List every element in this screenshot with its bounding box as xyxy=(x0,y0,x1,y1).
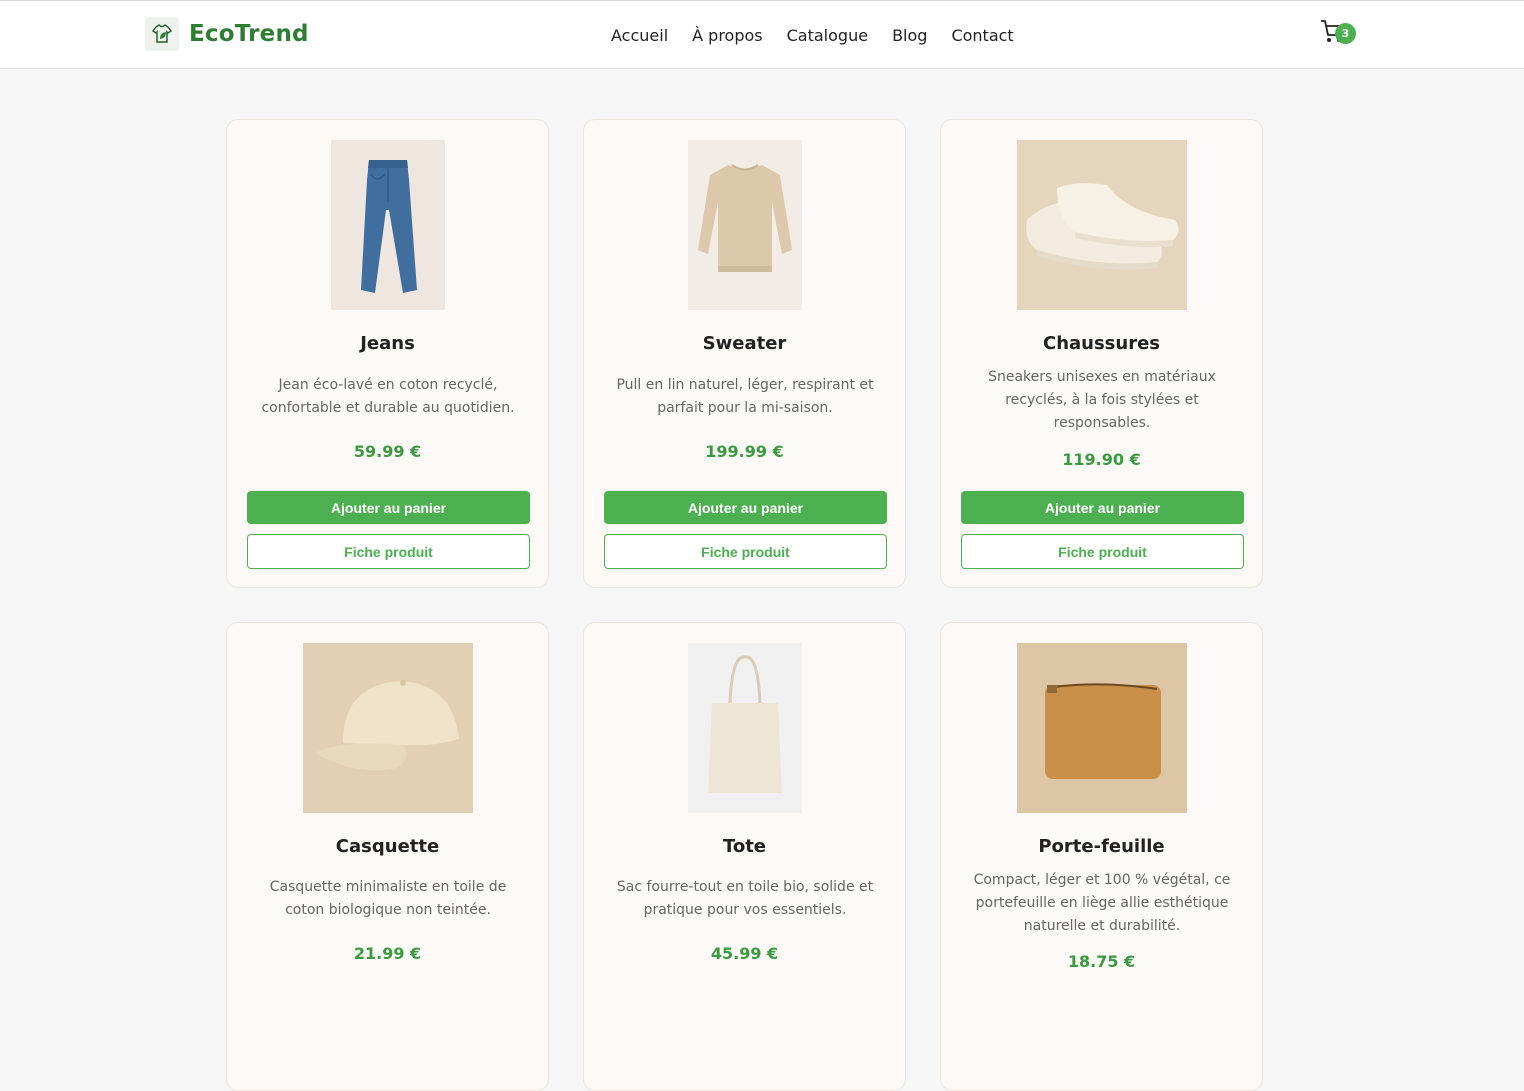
product-description: Jean éco-lavé en coton recyclé, conforta… xyxy=(251,374,525,420)
description-line: Compact, léger et 100 % végétal, ce xyxy=(973,872,1231,888)
product-card: Porte-feuille Compact, léger et 100 % vé… xyxy=(940,622,1263,1091)
description-line: Jean éco-lavé en coton recyclé, xyxy=(278,377,498,393)
main-nav: Accueil À propos Catalogue Blog Contact xyxy=(611,25,1038,47)
product-image[interactable] xyxy=(330,140,445,310)
brand[interactable]: EcoTrend xyxy=(145,17,309,51)
description-line: naturelle et durabilité. xyxy=(1023,918,1181,934)
product-details-button[interactable]: Fiche produit xyxy=(961,534,1244,569)
description-line: Pull en lin naturel, léger, respirant et xyxy=(616,377,874,393)
nav-contact[interactable]: Contact xyxy=(951,25,1013,47)
nav-catalogue[interactable]: Catalogue xyxy=(787,25,868,47)
add-to-cart-button[interactable]: Ajouter au panier xyxy=(961,491,1244,524)
add-to-cart-button[interactable]: Ajouter au panier xyxy=(604,491,887,524)
product-price: 119.90 € xyxy=(1062,450,1141,469)
cart-button[interactable]: 3 xyxy=(1320,18,1360,50)
product-price: 199.99 € xyxy=(705,442,784,461)
description-line: Casquette minimaliste en toile de xyxy=(269,879,507,895)
product-name: Tote xyxy=(722,836,767,857)
product-image[interactable] xyxy=(1016,643,1187,813)
description-line: parfait pour la mi-saison. xyxy=(657,400,833,416)
product-description: Sac fourre-tout en toile bio, solide et … xyxy=(608,876,882,922)
description-line: recyclés, à la fois stylées et xyxy=(1005,392,1199,408)
product-description: Compact, léger et 100 % végétal, ce port… xyxy=(965,869,1239,938)
product-card: Sweater Pull en lin naturel, léger, resp… xyxy=(583,119,906,588)
description-line: confortable et durable au quotidien. xyxy=(261,400,515,416)
description-line: responsables. xyxy=(1053,415,1151,431)
product-description: Pull en lin naturel, léger, respirant et… xyxy=(608,374,882,420)
product-name: Jeans xyxy=(360,333,415,354)
product-name: Chaussures xyxy=(1042,333,1161,354)
add-to-cart-button[interactable]: Ajouter au panier xyxy=(247,491,530,524)
description-line: coton biologique non teintée. xyxy=(285,902,491,918)
description-line: Sac fourre-tout en toile bio, solide et xyxy=(616,879,874,895)
brand-name: EcoTrend xyxy=(189,21,309,47)
product-price: 45.99 € xyxy=(710,944,779,963)
description-line: portefeuille en liège allie esthétique xyxy=(975,895,1229,911)
nav-a-propos[interactable]: À propos xyxy=(692,25,762,47)
product-price: 18.75 € xyxy=(1067,952,1136,971)
product-image[interactable] xyxy=(1016,140,1187,310)
cart-count-badge: 3 xyxy=(1335,23,1356,44)
product-name: Porte-feuille xyxy=(1038,836,1165,857)
product-card: Casquette Casquette minimaliste en toile… xyxy=(226,622,549,1091)
product-image[interactable] xyxy=(302,643,473,813)
site-header: EcoTrend Accueil À propos Catalogue Blog… xyxy=(0,0,1524,69)
product-card: Tote Sac fourre-tout en toile bio, solid… xyxy=(583,622,906,1091)
product-card: Jeans Jean éco-lavé en coton recyclé, co… xyxy=(226,119,549,588)
leaf-shirt-logo-icon xyxy=(145,17,179,51)
product-image[interactable] xyxy=(687,643,802,813)
product-details-button[interactable]: Fiche produit xyxy=(604,534,887,569)
product-image[interactable] xyxy=(687,140,802,310)
product-details-button[interactable]: Fiche produit xyxy=(247,534,530,569)
description-line: Sneakers unisexes en matériaux xyxy=(988,369,1216,385)
nav-blog[interactable]: Blog xyxy=(892,25,927,47)
product-description: Casquette minimaliste en toile de coton … xyxy=(251,876,525,922)
product-card: Chaussures Sneakers unisexes en matériau… xyxy=(940,119,1263,588)
product-price: 59.99 € xyxy=(353,442,422,461)
description-line: pratique pour vos essentiels. xyxy=(643,902,847,918)
product-name: Casquette xyxy=(335,836,440,857)
product-description: Sneakers unisexes en matériaux recyclés,… xyxy=(965,366,1239,435)
product-price: 21.99 € xyxy=(353,944,422,963)
nav-accueil[interactable]: Accueil xyxy=(611,25,668,47)
product-name: Sweater xyxy=(702,333,787,354)
